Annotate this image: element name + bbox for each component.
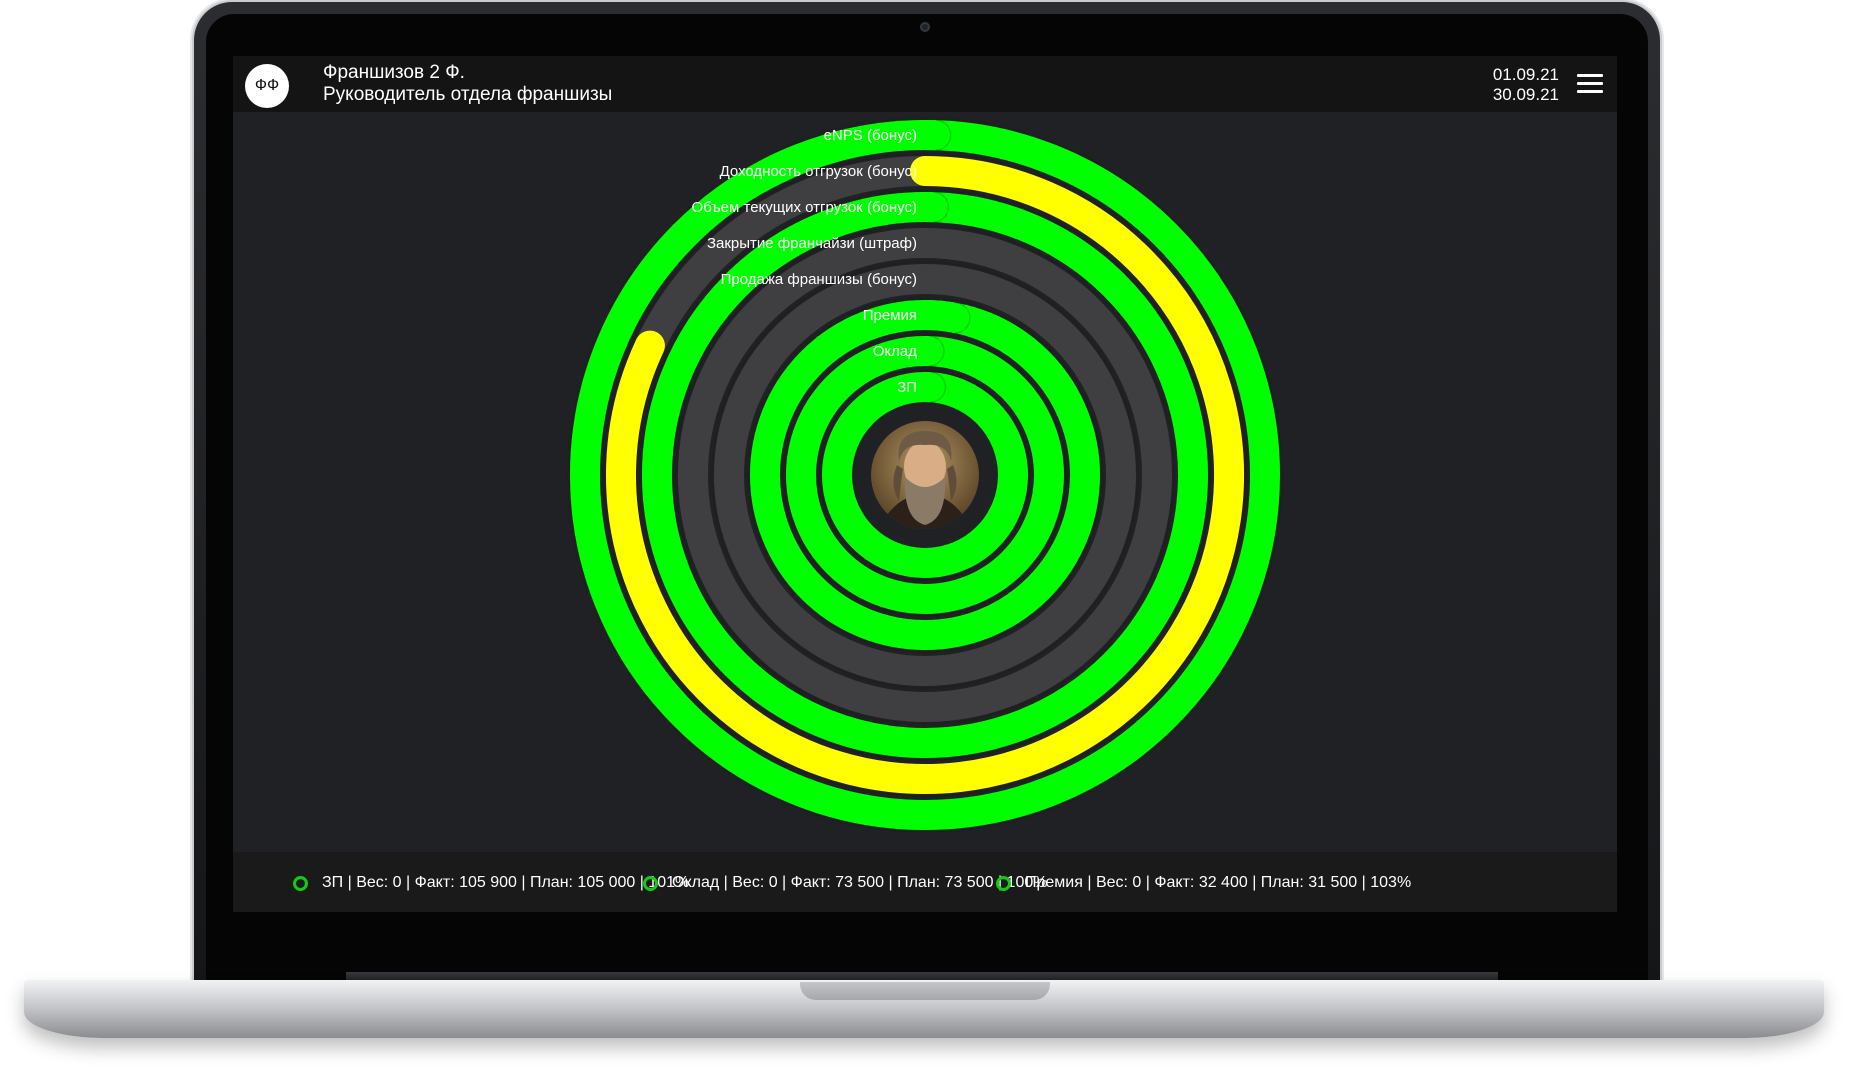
ring-label: eNPS (бонус) [824,127,917,144]
kpi-rings-svg: ЗП Оклад Премия Продажа франшизы (бонус) Зак… [567,117,1283,833]
ring-label: Объем текущих отгрузок (бонус) [692,199,917,216]
user-name: Франшизов 2 Ф. [323,62,465,83]
user-role: Руководитель отдела франшизы [323,84,613,105]
app-header: ФФ Франшизов 2 Ф. Руководитель отдела фр… [233,56,1617,112]
camera-icon [920,22,930,32]
period-end-date: 30.09.21 [1492,85,1559,104]
ring-label: Оклад [873,343,917,360]
ring-label: Премия [863,307,917,324]
ring-label: Продажа франшизы (бонус) [721,271,917,288]
legend-item-text: Премия | Вес: 0 | Факт: 32 400 | План: 3… [1025,874,1412,891]
legend-dot-icon [643,875,658,891]
employee-photo [871,421,979,529]
legend-item-zp[interactable]: ЗП | Вес: 0 | Факт: 105 900 | План: 105 … [293,874,689,892]
legend-item-oklad[interactable]: Оклад | Вес: 0 | Факт: 73 500 | План: 73… [643,874,1047,892]
kpi-legend: ЗП | Вес: 0 | Факт: 105 900 | План: 105 … [233,852,1617,912]
kpi-rings-chart: ЗП Оклад Премия Продажа франшизы (бонус) Зак… [233,112,1617,852]
legend-item-text: ЗП | Вес: 0 | Факт: 105 900 | План: 105 … [322,874,690,891]
legend-dot-icon [293,875,308,891]
ring-label: Закрытие франчайзи (штраф) [707,235,917,252]
ring-progress-cap [910,300,970,333]
ring-label: Доходность отгрузок (бонус) [720,163,917,180]
hamburger-menu-icon[interactable] [1577,74,1603,94]
ring-label: ЗП [897,379,917,396]
user-initials-avatar[interactable]: ФФ [245,64,289,108]
legend-dot-icon [996,875,1011,891]
period-start-date: 01.09.21 [1492,65,1559,84]
legend-item-text: Оклад | Вес: 0 | Факт: 73 500 | План: 73… [672,874,1048,891]
legend-item-premiya[interactable]: Премия | Вес: 0 | Факт: 32 400 | План: 3… [996,874,1411,892]
app-screen: ФФ Франшизов 2 Ф. Руководитель отдела фр… [233,56,1617,912]
laptop-notch [800,982,1050,1000]
